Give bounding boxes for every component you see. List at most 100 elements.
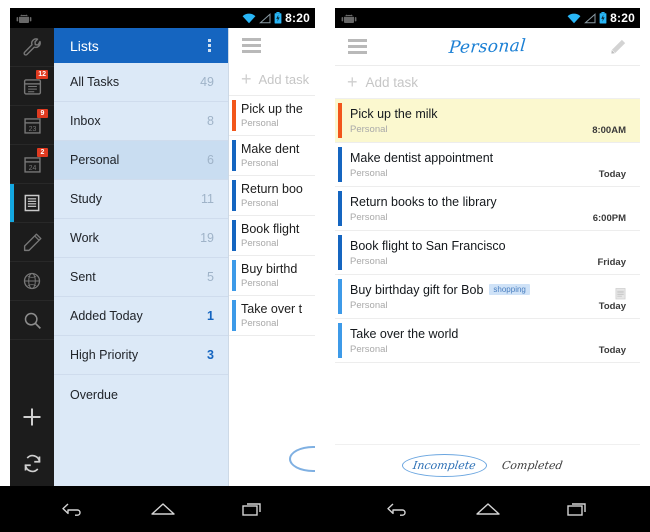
home-icon[interactable] — [149, 499, 177, 519]
task-title: Buy birthd — [241, 262, 298, 276]
task-texts: Return books to the library Personal — [350, 195, 497, 223]
list-row-label: High Priority — [70, 348, 139, 362]
android-nav-bar-left — [0, 486, 325, 532]
kebab-menu-icon[interactable] — [205, 35, 214, 56]
task-title: Take over t — [241, 302, 303, 316]
task-peek-texts: Book flight Personal — [241, 222, 299, 249]
rail-item-wrench[interactable] — [10, 28, 54, 67]
task-peek-texts: Make dent Personal — [241, 142, 299, 169]
task-peek-item[interactable]: Return boo Personal — [229, 176, 315, 216]
incomplete-toggle-peek[interactable] — [289, 446, 315, 472]
filter-incomplete-button[interactable]: Incomplete — [401, 454, 487, 477]
task-row[interactable]: Pick up the milk Personal 8:00AM — [335, 99, 640, 143]
hamburger-icon[interactable] — [348, 39, 367, 54]
status-bar-notifications — [341, 13, 357, 24]
list-row-label: Personal — [70, 153, 120, 167]
signal-icon — [259, 12, 271, 23]
add-task-row[interactable]: + Add task — [335, 66, 640, 99]
badge-count: 2 — [37, 148, 48, 157]
rail-item-calendar-1[interactable]: 12 — [10, 67, 54, 106]
list-row-count: 19 — [200, 231, 214, 245]
rail-item-notes[interactable] — [10, 223, 54, 262]
status-bar-left: 8:20 — [10, 8, 315, 28]
list-row-count: 1 — [207, 309, 214, 323]
back-icon[interactable] — [60, 499, 86, 519]
page-title: Personal — [447, 35, 527, 58]
task-list-name: Personal — [241, 318, 279, 329]
task-list-name: Personal — [350, 299, 388, 311]
priority-bar — [338, 323, 342, 358]
task-peek-item[interactable]: Make dent Personal — [229, 136, 315, 176]
status-bar-clock: 8:20 — [610, 11, 635, 25]
task-title: Pick up the milk — [350, 106, 438, 121]
task-title: Return boo — [241, 182, 303, 196]
task-row[interactable]: Buy birthday gift for Bob shopping Perso… — [335, 275, 640, 319]
home-icon[interactable] — [474, 499, 502, 519]
task-peek-item[interactable]: Pick up the Personal — [229, 96, 315, 136]
priority-bar — [232, 220, 236, 251]
task-title: Pick up the — [241, 102, 303, 116]
task-due: Friday — [597, 257, 626, 268]
sync-icon — [24, 454, 40, 472]
globe-icon — [23, 272, 41, 290]
sidebar-item-personal[interactable]: Personal 6 — [54, 141, 228, 180]
task-row[interactable]: Make dentist appointment Personal Today — [335, 143, 640, 187]
rail-item-add[interactable] — [10, 394, 54, 440]
edit-list-button[interactable] — [607, 36, 629, 58]
task-meta: Today — [599, 275, 626, 318]
add-task-row-peek[interactable]: + Add task — [229, 63, 315, 96]
sidebar-item-added-today[interactable]: Added Today 1 — [54, 297, 228, 336]
sidebar-item-high-priority[interactable]: High Priority 3 — [54, 336, 228, 375]
rail-item-search[interactable] — [10, 301, 54, 340]
sidebar-item-overdue[interactable]: Overdue — [54, 375, 228, 414]
left-phone: 8:20 12 23 9 24 2 Lists All Tasks 49 Inb… — [0, 0, 325, 532]
task-list-name: Personal — [350, 255, 388, 267]
task-list-name: Personal — [241, 278, 279, 289]
hamburger-icon[interactable] — [242, 38, 261, 53]
task-due: Today — [598, 345, 626, 356]
filter-completed-button[interactable]: Completed — [500, 459, 563, 472]
task-title: Buy birthday gift for Bob — [350, 282, 484, 297]
sidebar-item-all-tasks[interactable]: All Tasks 49 — [54, 63, 228, 102]
recents-icon[interactable] — [240, 499, 266, 519]
task-due: 8:00AM — [592, 125, 626, 136]
list-row-count: 6 — [207, 153, 214, 167]
task-meta: 8:00AM — [592, 99, 626, 142]
status-bar-notifications — [16, 13, 32, 24]
right-phone-header: Personal — [335, 28, 640, 66]
back-icon[interactable] — [385, 499, 411, 519]
rail-item-globe[interactable] — [10, 262, 54, 301]
task-title-line: Return books to the library — [350, 195, 497, 209]
task-peek-item[interactable]: Buy birthd Personal — [229, 256, 315, 296]
recents-icon[interactable] — [565, 499, 591, 519]
list-row-label: Sent — [70, 270, 96, 284]
task-row[interactable]: Book flight to San Francisco Personal Fr… — [335, 231, 640, 275]
add-task-label: Add task — [258, 71, 310, 87]
priority-bar — [338, 103, 342, 138]
task-row[interactable]: Return books to the library Personal 6:0… — [335, 187, 640, 231]
sidebar-item-sent[interactable]: Sent 5 — [54, 258, 228, 297]
task-title-line: Make dentist appointment — [350, 151, 493, 165]
task-list-name: Personal — [241, 238, 279, 249]
sidebar-item-work[interactable]: Work 19 — [54, 219, 228, 258]
rail-item-calendar-2[interactable]: 23 9 — [10, 106, 54, 145]
task-peek-item[interactable]: Take over t Personal — [229, 296, 315, 336]
sidebar-item-study[interactable]: Study 11 — [54, 180, 228, 219]
task-tag[interactable]: shopping — [489, 284, 530, 295]
sidebar-item-inbox[interactable]: Inbox 8 — [54, 102, 228, 141]
task-texts: Take over the world Personal — [350, 327, 458, 355]
rail-item-lists[interactable] — [10, 184, 54, 223]
filter-completed-label: Completed — [500, 459, 563, 472]
rail-item-calendar-3[interactable]: 24 2 — [10, 145, 54, 184]
rail-item-sync[interactable] — [10, 440, 54, 486]
task-list-name: Personal — [241, 158, 279, 169]
task-title: Make dent — [241, 142, 300, 156]
priority-bar — [232, 300, 236, 331]
signal-icon — [584, 12, 596, 23]
plus-icon: + — [347, 72, 358, 92]
task-title-line: Book flight to San Francisco — [350, 239, 506, 253]
task-row[interactable]: Take over the world Personal Today — [335, 319, 640, 363]
task-peek-texts: Take over t Personal — [241, 302, 302, 329]
task-peek-item[interactable]: Book flight Personal — [229, 216, 315, 256]
right-phone: 8:20 Personal + Add task Pick up the mil… — [325, 0, 650, 532]
